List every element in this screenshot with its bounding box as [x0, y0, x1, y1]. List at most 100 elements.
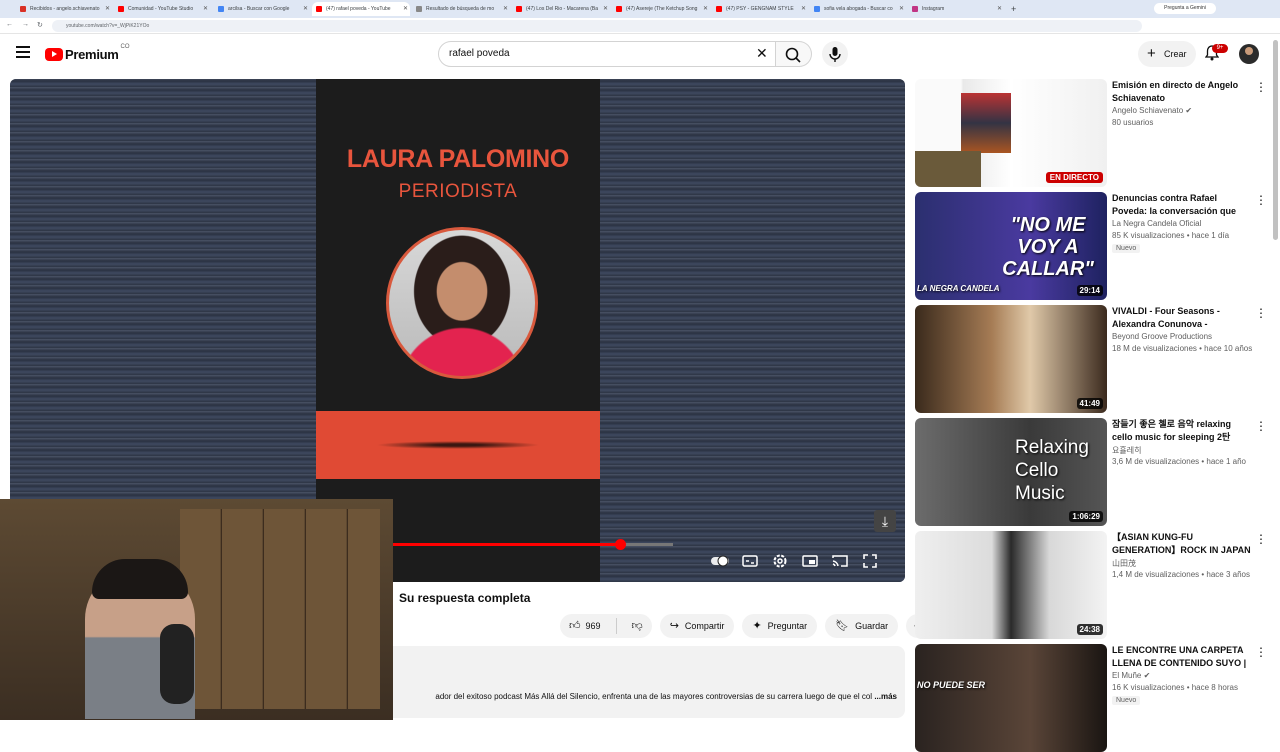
recommendation-item[interactable]: "NO ME VOY A CALLAR" LA NEGRA CANDELA 29…	[915, 192, 1267, 300]
recommendation-title[interactable]: 잠들기 좋은 첼로 음악 relaxing cello music for sl…	[1112, 418, 1252, 443]
plus-icon: +	[1147, 45, 1156, 62]
hamburger-menu-icon[interactable]	[16, 46, 30, 58]
page-scrollbar[interactable]	[1273, 40, 1278, 240]
portrait-image	[386, 227, 538, 379]
create-button[interactable]: + Crear	[1138, 41, 1196, 67]
recommendation-item[interactable]: 41:49 VIVALDI - Four Seasons - Alexandra…	[915, 305, 1267, 413]
notification-count-badge: 9+	[1212, 44, 1228, 53]
thumb-headline: Relaxing Cello Music	[1015, 437, 1089, 504]
voice-search-button[interactable]	[822, 41, 848, 67]
video-actions: 👍︎ 969 👎︎ ↪ Compartir ✦ Preguntar 🔖︎ Guardar…	[560, 614, 932, 638]
close-tab-icon[interactable]: ✕	[603, 2, 608, 16]
close-tab-icon[interactable]: ✕	[801, 2, 806, 16]
browser-tab[interactable]: sofia vela abogada - Buscar co ✕	[810, 2, 906, 16]
recommendation-item[interactable]: 24:38 【ASIAN KUNG-FU GENERATION】ROCK IN …	[915, 531, 1267, 639]
recommendation-title[interactable]: Emisión en directo de Angelo Schiavenato	[1112, 79, 1252, 104]
more-options-icon[interactable]: ⋮	[1255, 194, 1267, 206]
thumb-caption: LA NEGRA CANDELA	[917, 284, 1000, 293]
recommendation-title[interactable]: Denuncias contra Rafael Poveda: la conve…	[1112, 192, 1252, 217]
new-badge: Nuevo	[1112, 696, 1141, 705]
dislike-button[interactable]: 👎︎	[623, 614, 652, 638]
recommendation-item[interactable]: NO PUEDE SER LE ENCONTRE UNA CARPETA LLE…	[915, 644, 1267, 752]
more-options-icon[interactable]: ⋮	[1255, 646, 1267, 658]
close-tab-icon[interactable]: ✕	[997, 2, 1002, 16]
progress-bar[interactable]	[393, 539, 673, 550]
scrubber-handle[interactable]	[614, 539, 626, 550]
microphone-icon	[829, 47, 841, 62]
browser-tab[interactable]: (47) Los Del Rio - Macarena (Ba ✕	[512, 2, 610, 16]
miniplayer-icon[interactable]	[800, 551, 820, 571]
recommendation-title[interactable]: 【ASIAN KUNG-FU GENERATION】ROCK IN JAPAN …	[1112, 531, 1252, 556]
browser-tab[interactable]: Instagram ✕	[908, 2, 1004, 16]
back-icon[interactable]: ←	[6, 21, 13, 28]
verified-check-icon: ✔	[1185, 106, 1193, 115]
studio-microphone	[160, 624, 194, 704]
close-tab-icon[interactable]: ✕	[503, 2, 508, 16]
live-badge: EN DIRECTO	[1045, 172, 1103, 183]
close-tab-icon[interactable]: ✕	[105, 2, 110, 16]
video-thumbnail[interactable]: EN DIRECTO	[915, 79, 1107, 187]
channel-name[interactable]: La Negra Candela Oficial	[1112, 219, 1201, 228]
video-thumbnail[interactable]: NO PUEDE SER	[915, 644, 1107, 752]
recommendation-item[interactable]: EN DIRECTO Emisión en directo de Angelo …	[915, 79, 1267, 187]
verified-check-icon: ✔	[1143, 671, 1151, 680]
channel-name[interactable]: Angelo Schiavenato ✔	[1112, 106, 1192, 115]
forward-icon[interactable]: →	[22, 21, 29, 28]
cast-icon[interactable]	[830, 551, 850, 571]
channel-name[interactable]: Beyond Groove Productions	[1112, 332, 1212, 341]
search-button[interactable]	[776, 41, 812, 67]
like-button[interactable]: 👍︎ 969	[560, 614, 610, 638]
browser-tab[interactable]: arcilsa - Buscar con Google ✕	[214, 2, 310, 16]
browser-tab-active[interactable]: (47) rafael poveda - YouTube ✕	[312, 2, 410, 16]
more-options-icon[interactable]: ⋮	[1255, 420, 1267, 432]
description-box[interactable]: ador del exitoso podcast Más Allá del Si…	[393, 646, 905, 718]
close-tab-icon[interactable]: ✕	[303, 2, 308, 16]
close-tab-icon[interactable]: ✕	[703, 2, 708, 16]
background-shelf	[180, 509, 380, 709]
webcam-overlay	[0, 499, 393, 720]
url-field[interactable]: youtube.com/watch?v=_WjPiK21YOo	[52, 20, 1142, 32]
browser-tab[interactable]: Resultado de búsqueda de mo ✕	[412, 2, 510, 16]
youtube-play-icon	[45, 47, 63, 61]
bookmark-icon: 🔖︎	[835, 620, 850, 632]
share-button[interactable]: ↪ Compartir	[659, 614, 735, 638]
save-button[interactable]: 🔖︎ Guardar	[825, 614, 899, 638]
ask-button[interactable]: ✦ Preguntar	[742, 614, 818, 638]
channel-name[interactable]: 山田茂	[1112, 558, 1136, 569]
more-options-icon[interactable]: ⋮	[1255, 307, 1267, 319]
more-options-icon[interactable]: ⋮	[1255, 533, 1267, 545]
autoplay-toggle[interactable]	[710, 551, 730, 571]
search-input[interactable]: rafael poveda	[438, 41, 776, 67]
channel-name[interactable]: El Muñe ✔	[1112, 671, 1150, 680]
video-thumbnail[interactable]: "NO ME VOY A CALLAR" LA NEGRA CANDELA 29…	[915, 192, 1107, 300]
account-avatar[interactable]	[1239, 44, 1259, 64]
download-overlay-icon[interactable]: ⤓	[874, 510, 896, 532]
youtube-premium-logo[interactable]: Premium CO	[45, 44, 130, 62]
settings-gear-icon[interactable]	[770, 551, 790, 571]
recommendation-title[interactable]: VIVALDI - Four Seasons - Alexandra Conun…	[1112, 305, 1252, 330]
browser-tab[interactable]: (47) Asereje (The Ketchup Song ✕	[612, 2, 710, 16]
more-options-icon[interactable]: ⋮	[1255, 81, 1267, 93]
close-tab-icon[interactable]: ✕	[203, 2, 208, 16]
video-thumbnail[interactable]: Relaxing Cello Music 1:06:29	[915, 418, 1107, 526]
show-more-link[interactable]: ...más	[874, 692, 897, 701]
card-subtitle: PERIODISTA	[398, 181, 518, 202]
browser-tab[interactable]: Comunidad - YouTube Studio ✕	[114, 2, 210, 16]
gemini-button[interactable]: Pregunta a Gemini	[1154, 3, 1216, 14]
video-thumbnail[interactable]: 24:38	[915, 531, 1107, 639]
audio-waveform-band	[316, 411, 600, 479]
channel-name[interactable]: 요휼레히	[1112, 445, 1141, 456]
browser-tab[interactable]: (47) PSY - GENGNAM STYLE ✕	[712, 2, 808, 16]
new-tab-button[interactable]: +	[1006, 2, 1026, 16]
fullscreen-icon[interactable]	[860, 551, 880, 571]
recommendation-title[interactable]: LE ENCONTRE UNA CARPETA LLENA DE CONTENI…	[1112, 644, 1252, 669]
browser-tab[interactable]: Recibidos - angelo.schiavenato ✕	[16, 2, 112, 16]
subtitles-icon[interactable]	[740, 551, 760, 571]
close-tab-icon[interactable]: ✕	[899, 2, 904, 16]
clear-search-icon[interactable]: ✕	[756, 46, 768, 60]
reload-icon[interactable]: ↻	[37, 21, 43, 29]
close-tab-icon[interactable]: ✕	[403, 2, 408, 16]
video-thumbnail[interactable]: 41:49	[915, 305, 1107, 413]
description-text: ador del exitoso podcast Más Allá del Si…	[435, 692, 897, 701]
recommendation-item[interactable]: Relaxing Cello Music 1:06:29 잠들기 좋은 첼로 음…	[915, 418, 1267, 526]
